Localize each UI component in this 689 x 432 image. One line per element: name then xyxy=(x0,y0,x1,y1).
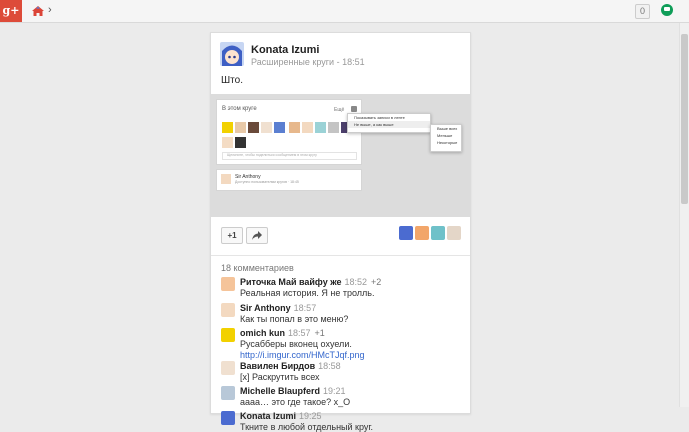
tiny-avatar xyxy=(274,122,285,133)
submenu-item: Меньше xyxy=(437,133,453,138)
commenter-avatar[interactable] xyxy=(221,277,235,291)
comment-text: Ткните в любой отдельный круг. xyxy=(240,422,374,432)
tiny-avatar xyxy=(222,137,233,148)
post-card: Konata Izumi Расширенные круги - 18:51 Ш… xyxy=(210,32,471,432)
comment-time: 18:57 xyxy=(293,303,317,313)
commenter-name[interactable]: Риточка Май вайфу же xyxy=(240,277,341,287)
comment-link[interactable]: http://i.imgur.com/HMcTJqf.png xyxy=(240,350,365,360)
circle-options-menu: Показывать записи в ленте Не выше, а как… xyxy=(347,113,431,133)
commenter-avatar[interactable] xyxy=(221,303,235,317)
tiny-avatar xyxy=(289,122,300,133)
comment-time: 18:58 xyxy=(318,361,341,371)
tiny-avatar xyxy=(222,122,233,133)
scrollbar-thumb[interactable] xyxy=(681,34,688,204)
comment-text: Как ты попал в это меню? xyxy=(240,314,349,324)
tiny-avatar xyxy=(315,122,326,133)
share-input-mock: Щелкните, чтобы поделиться сообщением в … xyxy=(222,152,357,160)
commenter-avatar[interactable] xyxy=(221,386,235,400)
sharer-avatar[interactable] xyxy=(431,226,445,240)
post-text: Што. xyxy=(221,75,243,86)
tiny-avatar xyxy=(235,122,246,133)
chevron-right-icon[interactable]: › xyxy=(48,4,52,16)
commenter-name[interactable]: Sir Anthony xyxy=(240,303,291,313)
preview-avatar xyxy=(221,174,231,184)
home-icon[interactable] xyxy=(31,5,45,17)
more-label: Ещё xyxy=(334,107,345,113)
sharer-avatar[interactable] xyxy=(399,226,413,240)
commenter-avatar[interactable] xyxy=(221,411,235,425)
circle-panel: В этом круге Ещё Щелкните, чтобы поделит… xyxy=(216,99,362,165)
commenter-avatar[interactable] xyxy=(221,361,235,375)
sharer-avatar[interactable] xyxy=(415,226,429,240)
author-name[interactable]: Konata Izumi xyxy=(251,44,319,56)
top-bar: g+ › 0 xyxy=(0,0,689,23)
comments-divider xyxy=(211,255,470,256)
submenu-item: Выше всех xyxy=(437,126,458,131)
comment-plus[interactable]: +2 xyxy=(371,277,381,287)
commenter-avatar[interactable] xyxy=(221,328,235,342)
comment-text: Реальная история. Я не тролль. xyxy=(240,288,375,298)
menu-item: Не выше, а как выше xyxy=(348,121,430,128)
post-time[interactable]: 18:51 xyxy=(342,57,365,67)
comment-time: 19:25 xyxy=(299,411,322,421)
comment-plus[interactable]: +1 xyxy=(315,328,325,338)
tiny-avatar xyxy=(248,122,259,133)
comment-text: аааа… это где такое? х_О xyxy=(240,397,351,407)
comments-count[interactable]: 18 комментариев xyxy=(221,263,294,273)
share-button[interactable] xyxy=(246,227,268,244)
meta-separator: - xyxy=(336,57,340,67)
plus-one-button[interactable]: +1 xyxy=(221,227,243,244)
circle-options-submenu: Выше всех Меньше Некоторые xyxy=(430,124,462,152)
menu-item: Показывать записи в ленте xyxy=(354,115,405,120)
comment-text: [х] Раскрутить всех xyxy=(240,372,320,382)
preview-meta: Доступно пользователям кругов · 18:45 xyxy=(235,180,299,184)
tiny-avatar xyxy=(235,137,246,148)
post-meta: Расширенные круги - 18:51 xyxy=(251,57,365,67)
comment-time: 18:52 xyxy=(344,277,367,287)
author-avatar[interactable] xyxy=(220,42,244,66)
commenter-name[interactable]: Konata Izumi xyxy=(240,411,296,421)
sharer-avatar[interactable] xyxy=(447,226,461,240)
google-plus-logo[interactable]: g+ xyxy=(0,0,22,22)
share-arrow-icon xyxy=(252,231,262,240)
tiny-avatar xyxy=(261,122,272,133)
tiny-avatar xyxy=(328,122,339,133)
attached-screenshot[interactable]: В этом круге Ещё Щелкните, чтобы поделит… xyxy=(211,94,470,217)
comment-time: 19:21 xyxy=(323,386,346,396)
notifications-count[interactable]: 0 xyxy=(635,4,650,19)
comment-time: 18:57 xyxy=(288,328,311,338)
commenter-name[interactable]: omich kun xyxy=(240,328,285,338)
comment-text: Русабберы вконец охуели. xyxy=(240,339,352,349)
settings-gear-icon xyxy=(351,106,357,112)
tiny-avatar xyxy=(302,122,313,133)
preview-post: Sir Anthony Доступно пользователям круго… xyxy=(216,169,362,191)
commenter-name[interactable]: Вавилен Бирдов xyxy=(240,361,315,371)
hangouts-icon[interactable] xyxy=(661,4,673,16)
circle-title: В этом круге xyxy=(222,106,257,112)
post-audience[interactable]: Расширенные круги xyxy=(251,57,334,67)
commenter-name[interactable]: Michelle Blaupferd xyxy=(240,386,320,396)
submenu-item: Некоторые xyxy=(437,140,458,145)
